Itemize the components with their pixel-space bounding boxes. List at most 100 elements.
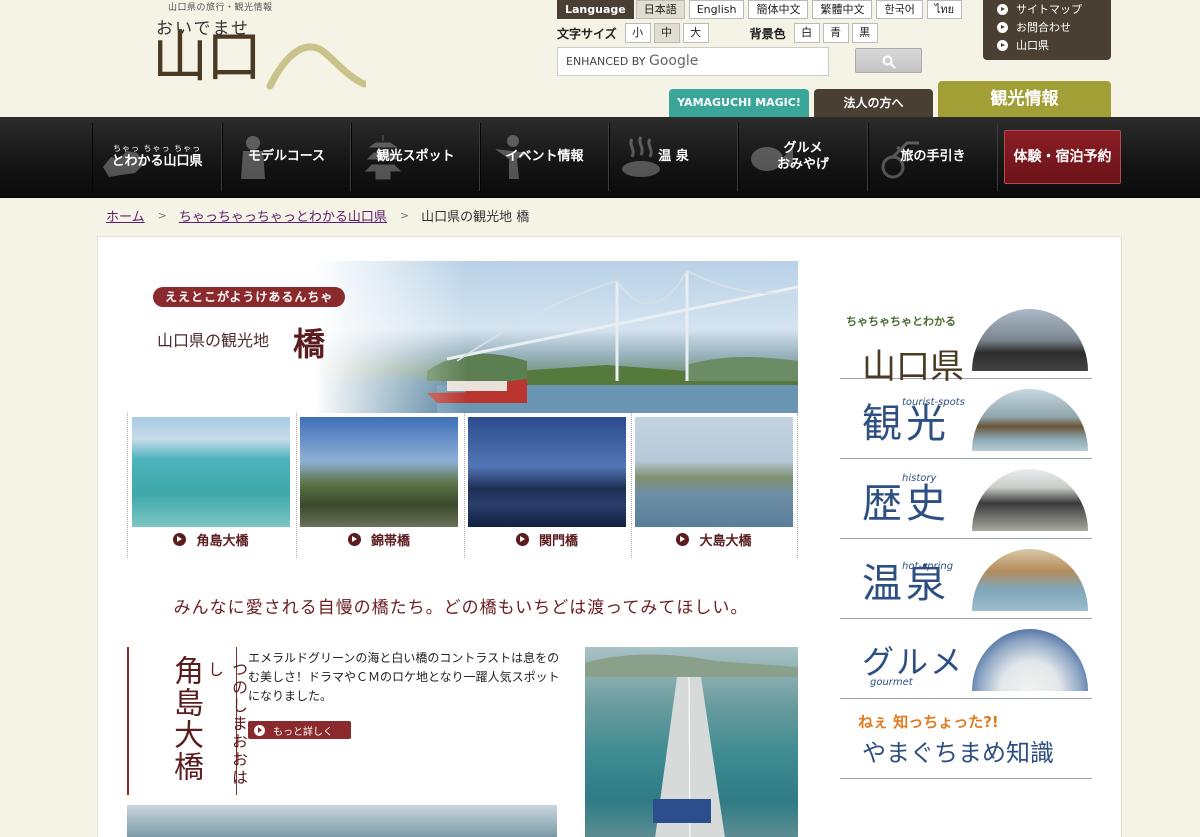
sidebar-subtitle: history (902, 473, 937, 484)
bg-black[interactable]: 黒 (851, 23, 878, 43)
lang-simplified-chinese[interactable]: 簡体中文 (748, 0, 809, 19)
nav-label: イベント情報 (505, 148, 584, 164)
search-brand: Google (648, 53, 699, 69)
oshima-bridge-photo (635, 417, 793, 527)
kintaikyo-photo (300, 417, 458, 527)
tab-corporate[interactable]: 法人の方へ (814, 89, 933, 117)
bg-blue[interactable]: 青 (822, 23, 849, 43)
arrow-circle-icon (676, 533, 690, 546)
arrow-circle-icon (997, 39, 1008, 51)
lang-thai[interactable]: ไทย (926, 0, 963, 19)
sidebar-item-gourmet[interactable]: グルメ gourmet (840, 619, 1092, 699)
bridge-label: 錦帯橋 (296, 530, 462, 549)
nav-item-events[interactable]: イベント情報 (480, 123, 609, 191)
lang-traditional-chinese[interactable]: 繁體中文 (812, 0, 873, 19)
steam-train-photo (972, 309, 1088, 371)
bridge-card[interactable]: 角島大橋 (128, 417, 290, 554)
hero-title: 橋 (293, 325, 326, 363)
nav-item-spots[interactable]: 観光スポット (351, 123, 480, 191)
lang-korean[interactable]: 한국어 (876, 0, 923, 19)
arrow-circle-icon (173, 533, 187, 546)
sidebar-top-text: ねぇ 知っちょった?! (858, 713, 999, 731)
bridge-gallery: 角島大橋 錦帯橋 関門橋 大島大橋 (127, 413, 798, 558)
search-icon (882, 55, 896, 69)
hot-spring-icon (622, 136, 660, 177)
bridge-label: 大島大橋 (631, 530, 797, 549)
search-placeholder: ENHANCED BY (566, 55, 646, 68)
tab-tourism[interactable]: 観光情報 (938, 81, 1111, 117)
link-prefecture-label: 山口県 (1016, 39, 1049, 52)
sidebar-subtitle: tourist-spots (902, 397, 965, 408)
chevron-right-icon: > (157, 209, 167, 222)
booking-button[interactable]: 体験・宿泊予約 (1004, 130, 1121, 184)
more-details-label: もっと詳しく (273, 726, 333, 738)
hero-banner: ええとこがようけあるんちゃ 山口県の観光地 橋 (127, 261, 798, 413)
bg-white[interactable]: 白 (793, 23, 820, 43)
nav-label: 温 泉 (658, 148, 689, 164)
hero-ribbon: ええとこがようけあるんちゃ (153, 287, 346, 307)
bridge-name: 角島大橋 (196, 534, 249, 549)
font-size-large[interactable]: 大 (682, 23, 709, 43)
bridge-detail-ruby: つのしまおおはし (205, 661, 248, 787)
breadcrumb-parent[interactable]: ちゃっちゃっちゃっとわかる山口県 (179, 206, 387, 225)
bridge-title-block: 角島大橋 つのしまおおはし (127, 647, 248, 795)
sidebar: ちゃちゃちゃとわかる 山口県 観光 tourist-spots 歴史 histo… (840, 299, 1092, 779)
sidebar-top-text: ちゃちゃちゃとわかる (846, 315, 956, 328)
fugu-sashimi-photo (972, 629, 1088, 691)
arrow-circle-icon (515, 533, 529, 546)
nav-ruby: ちゃっ ちゃっ ちゃっ (112, 143, 202, 153)
logo-main: 山口 (152, 25, 262, 90)
bridge-detail-title: 角島大橋 (168, 655, 203, 783)
sidebar-item-history[interactable]: 歴史 history (840, 459, 1092, 539)
link-prefecture[interactable]: 山口県 (997, 36, 1111, 54)
nav-label: グルメ おみやげ (776, 140, 829, 172)
arrow-circle-icon (254, 724, 265, 736)
link-contact[interactable]: お問合わせ (997, 18, 1111, 36)
nav-item-overview[interactable]: ちゃっ ちゃっ ちゃっ とわかる山口県 (92, 123, 222, 191)
font-size-small[interactable]: 小 (624, 23, 651, 43)
catchphrase: みんなに愛される自慢の橋たち。どの橋もいちどは渡ってみてほしい。 (173, 598, 749, 618)
sidebar-item-tourism[interactable]: 観光 tourist-spots (840, 379, 1092, 459)
site-logo[interactable]: 山口県の旅行・観光情報 おいでませ 山口 (148, 0, 378, 110)
sidebar-subtitle: hot-spring (902, 561, 954, 572)
utility-links: サイトマップ お問合わせ 山口県 (983, 0, 1111, 60)
bridge-name: 錦帯橋 (370, 534, 410, 549)
hot-spring-bath-photo (972, 549, 1088, 611)
breadcrumb: ホーム > ちゃっちゃっちゃっとわかる山口県 > 山口県の観光地 橋 (106, 206, 529, 225)
sidebar-item-overview[interactable]: ちゃちゃちゃとわかる 山口県 (840, 299, 1092, 387)
font-size-medium[interactable]: 中 (653, 23, 680, 43)
bg-color-label: 背景色 (749, 26, 786, 41)
tsunoshima-aerial-photo (585, 647, 798, 837)
link-contact-label: お問合わせ (1016, 21, 1071, 34)
arrow-circle-icon (347, 533, 361, 546)
nav-label: とわかる山口県 (111, 153, 203, 169)
arrow-circle-icon (997, 21, 1008, 33)
nav-item-model-course[interactable]: モデルコース (222, 123, 351, 191)
more-details-button[interactable]: もっと詳しく (248, 721, 351, 739)
arrow-circle-icon (997, 3, 1008, 15)
bridge-label: 関門橋 (464, 530, 630, 549)
tab-yamaguchi-magic[interactable]: YAMAGUCHI MAGIC! (669, 89, 809, 117)
link-sitemap[interactable]: サイトマップ (997, 0, 1111, 18)
search-input[interactable]: ENHANCED BY Google (557, 47, 829, 76)
bridge-card[interactable]: 関門橋 (464, 417, 626, 554)
nav-item-gourmet[interactable]: グルメ おみやげ (738, 123, 868, 191)
language-label: Language (557, 0, 634, 19)
bridge-card[interactable]: 大島大橋 (631, 417, 793, 554)
sidebar-item-onsen[interactable]: 温泉 hot-spring (840, 539, 1092, 619)
sea-photo (127, 805, 557, 837)
lang-japanese[interactable]: 日本語 (635, 0, 685, 19)
font-size-label: 文字サイズ (557, 26, 617, 41)
kanmon-bridge-photo (468, 417, 626, 527)
chevron-right-icon: > (399, 209, 410, 222)
search-button[interactable] (855, 48, 922, 73)
nav-item-travel-guide[interactable]: 旅の手引き (868, 123, 998, 191)
nav-item-onsen[interactable]: 温 泉 (609, 123, 738, 191)
sidebar-title: やまぐちまめ知識 (862, 739, 1054, 767)
bridge-name: 大島大橋 (699, 534, 752, 549)
lang-english[interactable]: English (688, 0, 745, 19)
content-panel: ええとこがようけあるんちゃ 山口県の観光地 橋 角島大橋 錦帯橋 関門橋 大島大… (97, 236, 1122, 837)
breadcrumb-home[interactable]: ホーム (106, 206, 145, 225)
sidebar-item-trivia[interactable]: ねぇ 知っちょった?! やまぐちまめ知識 (840, 699, 1092, 779)
bridge-card[interactable]: 錦帯橋 (296, 417, 458, 554)
